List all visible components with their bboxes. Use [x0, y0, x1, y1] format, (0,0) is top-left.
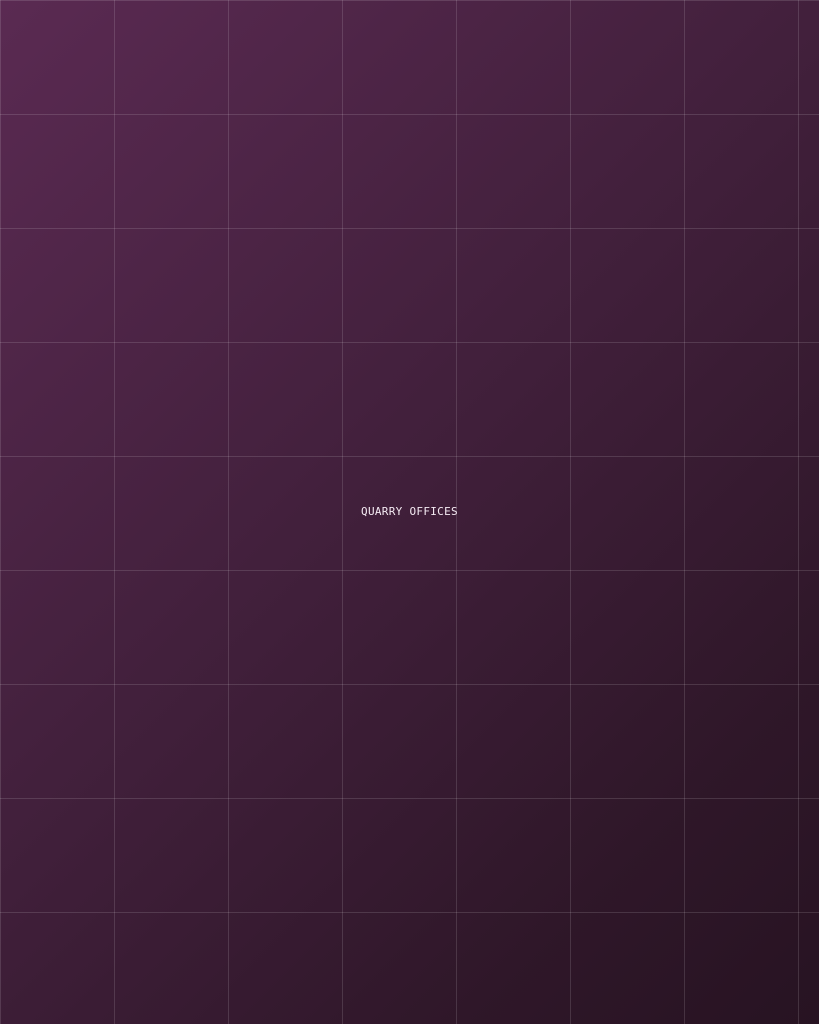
location-label: QUARRY OFFICES: [361, 505, 458, 518]
